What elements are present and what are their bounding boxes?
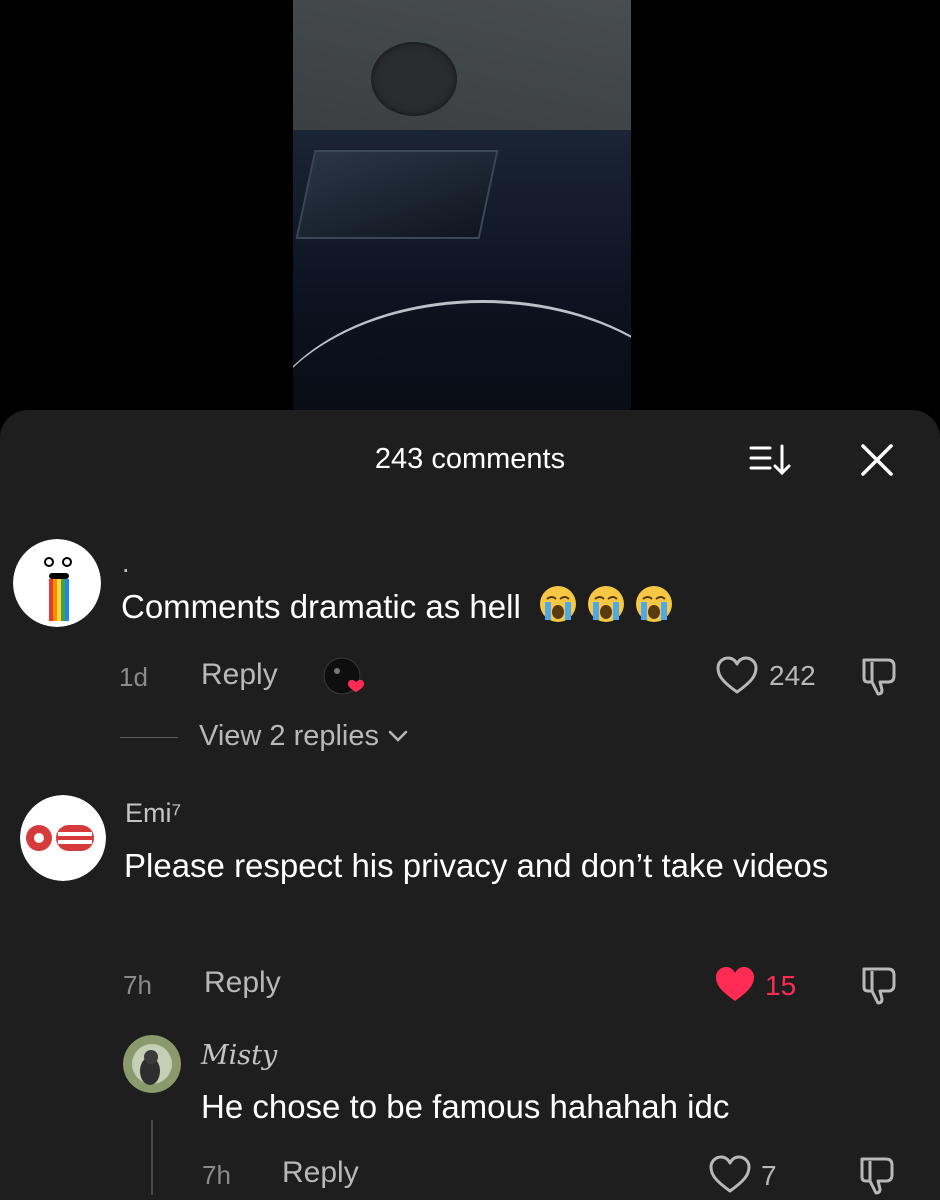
video-preview[interactable] [293,0,631,410]
comment-text: Please respect his privacy and don’t tak… [124,847,829,884]
speaker-grille [371,42,457,116]
like-count: 242 [769,660,816,691]
loudly-crying-face-icon [539,586,576,622]
avatar[interactable] [20,795,106,881]
dislike-icon[interactable] [856,1155,900,1195]
avatar[interactable] [13,539,101,627]
dislike-icon[interactable] [858,656,902,696]
view-replies-button[interactable]: View 2 replies [199,720,409,753]
reply-button[interactable]: Reply [282,1156,359,1190]
comment-time: 1d [119,662,148,692]
comment-time: 7h [202,1160,231,1190]
heart-icon[interactable] [715,656,759,696]
close-icon[interactable] [857,440,897,480]
comment-text: He chose to be famous hahahah idc [201,1088,730,1125]
creator-liked-avatar-icon [323,657,364,695]
reply-button[interactable]: Reply [204,966,281,1000]
like-count: 7 [761,1160,777,1191]
comment-time: 7h [123,970,152,1000]
replies-divider [120,737,178,738]
loudly-crying-face-icon [587,586,624,622]
comment-text-body: Comments dramatic as hell [121,588,521,625]
parked-car-window [295,150,499,239]
loudly-crying-face-icon [635,586,672,622]
heart-icon[interactable] [713,965,757,1005]
comment-text: Comments dramatic as hell [121,581,674,633]
comment-username[interactable]: . [122,548,130,579]
chevron-down-icon [388,730,408,742]
reply-button[interactable]: Reply [201,658,278,692]
view-replies-label: View 2 replies [199,720,380,752]
avatar[interactable] [123,1035,181,1093]
comment-username[interactable]: Misty [201,1040,277,1071]
reply-thread-line [151,1120,153,1195]
comments-count-title: 243 comments [374,443,566,475]
dislike-icon[interactable] [858,965,902,1005]
heart-icon[interactable] [708,1155,752,1195]
sort-icon[interactable] [748,442,792,478]
comment-username[interactable]: Emi⁷ [125,798,181,829]
like-count: 15 [765,970,797,1001]
